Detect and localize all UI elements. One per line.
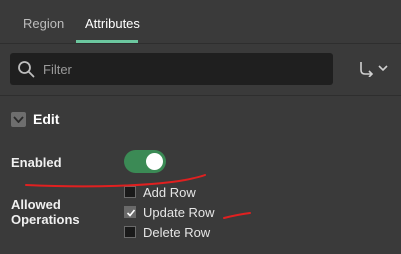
- filter-divider: [0, 95, 401, 96]
- tab-region[interactable]: Region: [23, 16, 64, 31]
- allowed-operations-label-line1: Allowed: [11, 197, 61, 212]
- toggle-knob: [146, 153, 163, 170]
- tab-divider: [0, 43, 401, 44]
- allowed-operations-label: Allowed Operations: [11, 197, 80, 227]
- go-to-group-menu[interactable]: [358, 61, 392, 77]
- tab-bar: Region Attributes: [0, 0, 401, 44]
- section-title: Edit: [33, 111, 60, 127]
- search-icon: [18, 61, 35, 78]
- annotation-mark-update-row: [223, 212, 251, 219]
- checkbox-label: Add Row: [143, 185, 196, 200]
- checkmark-icon: [126, 209, 136, 217]
- checkbox-label: Update Row: [143, 205, 215, 220]
- filter-field[interactable]: [10, 53, 333, 85]
- filter-input[interactable]: [43, 59, 323, 79]
- enabled-label: Enabled: [11, 155, 62, 170]
- section-edit-header[interactable]: Edit: [0, 104, 401, 136]
- allowed-operations-label-line2: Operations: [11, 212, 80, 227]
- checkbox-label: Delete Row: [143, 225, 211, 240]
- checkbox-box[interactable]: [124, 226, 136, 238]
- checkbox-box[interactable]: [124, 206, 136, 218]
- collapse-icon[interactable]: [11, 112, 26, 127]
- tab-attributes[interactable]: Attributes: [85, 16, 140, 31]
- enabled-toggle[interactable]: [124, 150, 166, 173]
- checkbox-box[interactable]: [124, 186, 136, 198]
